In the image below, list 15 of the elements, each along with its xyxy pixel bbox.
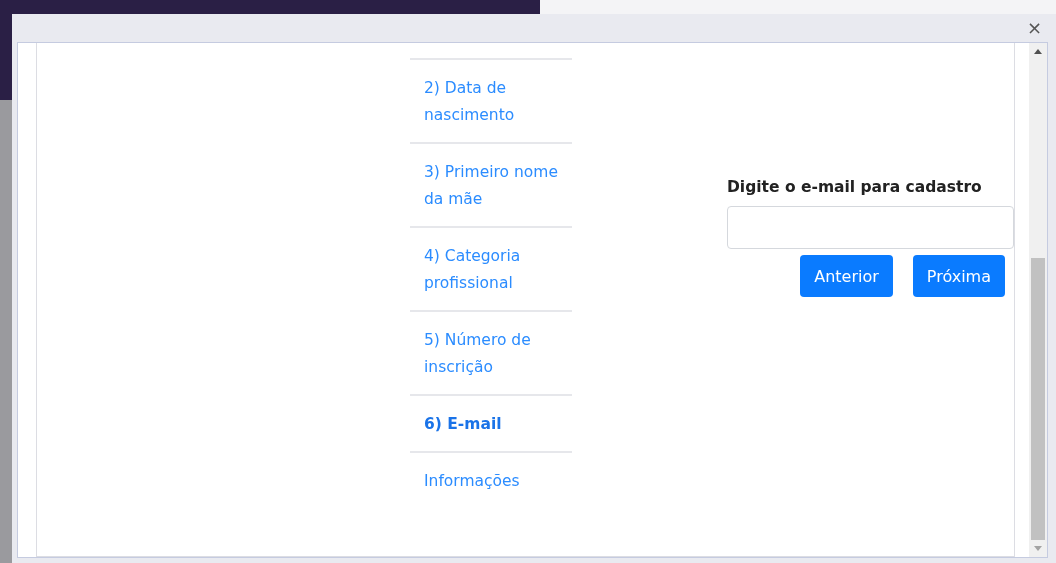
nav-button[interactable]: Próxima — [912, 255, 1005, 297]
close-button[interactable]: × — [1022, 18, 1046, 38]
scrollbar[interactable] — [1029, 43, 1047, 557]
step-link[interactable]: 2) Data de nascimento — [424, 75, 562, 129]
scroll-up-icon[interactable] — [1034, 49, 1042, 54]
email-field[interactable] — [727, 206, 1014, 249]
nav-button[interactable]: Anterior — [800, 255, 893, 297]
step-link[interactable]: Informações — [424, 468, 520, 495]
scroll-thumb[interactable] — [1031, 258, 1045, 540]
step-link[interactable]: 5) Número de inscrição — [424, 327, 562, 381]
field-label: Digite o e-mail para cadastro — [727, 178, 983, 196]
step-link[interactable]: 4) Categoria profissional — [424, 243, 562, 297]
step-link[interactable]: 6) E-mail — [424, 411, 502, 438]
step-link[interactable]: 3) Primeiro nome da mãe — [424, 159, 562, 213]
scroll-down-icon[interactable] — [1034, 546, 1042, 551]
